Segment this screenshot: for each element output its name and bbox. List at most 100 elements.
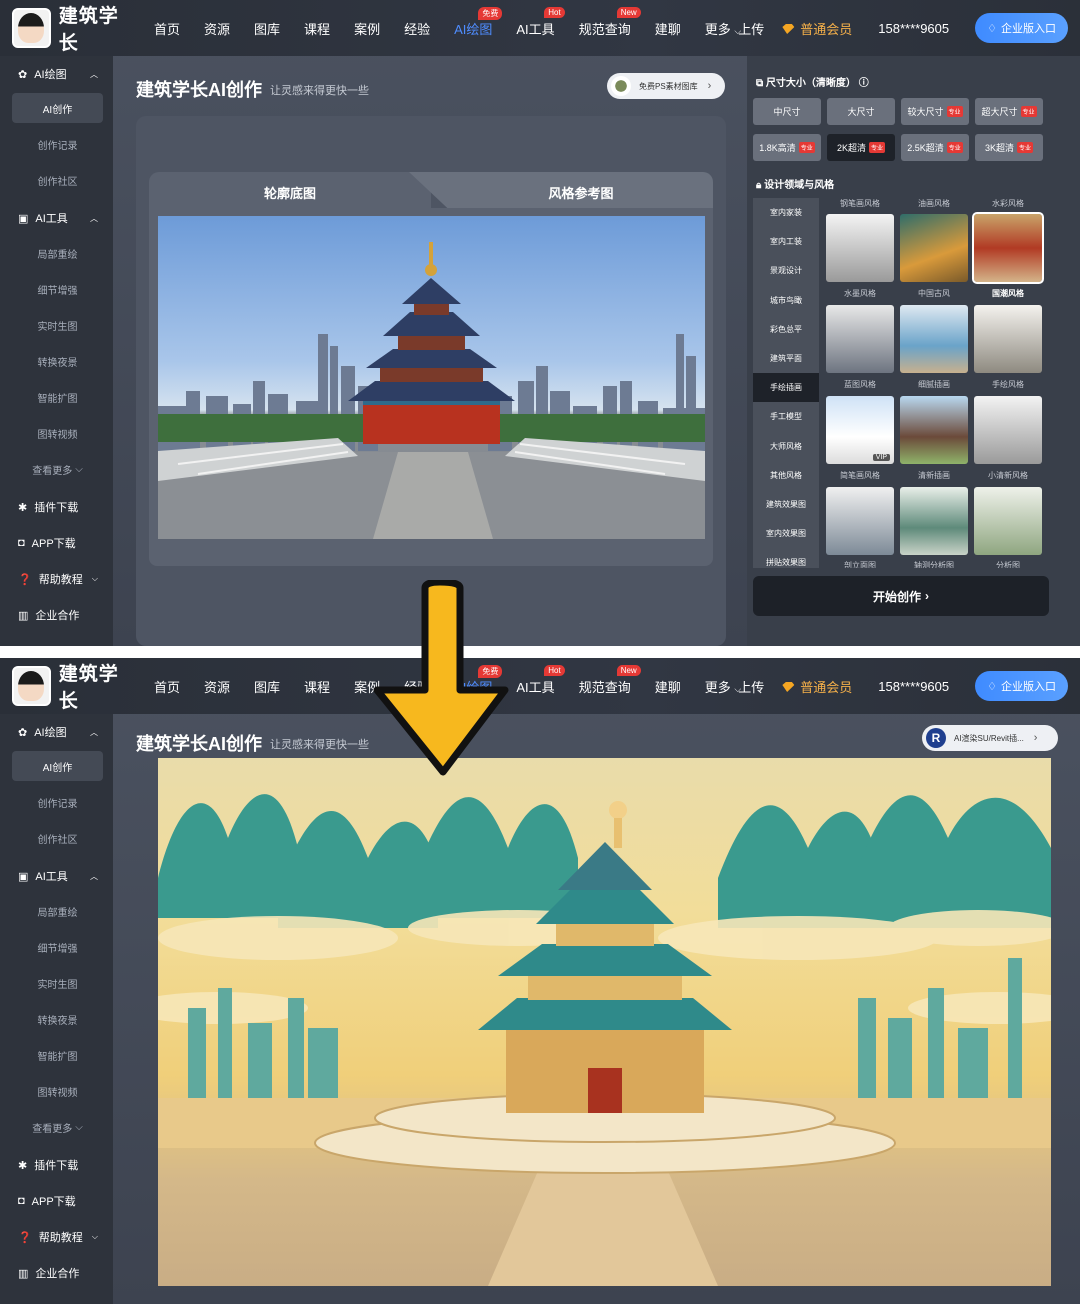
sidebar-item-community[interactable]: 创作社区 — [12, 823, 103, 853]
sidebar-item-night[interactable]: 转换夜景 — [12, 346, 103, 376]
style-thumb-fine-illustration[interactable] — [900, 305, 968, 373]
nav-chat[interactable]: 建聊 — [655, 677, 681, 696]
domain-item[interactable]: 建筑平面 — [753, 344, 819, 373]
user-phone[interactable]: 158****9605 — [878, 21, 949, 36]
style-thumb-fresh[interactable] — [900, 396, 968, 464]
nav-courses[interactable]: 课程 — [304, 677, 330, 696]
enterprise-button[interactable]: ♢ 企业版入口 — [975, 13, 1068, 43]
promo-plugin-button[interactable]: R AI渲染SU/Revit插... › — [922, 725, 1058, 751]
style-thumb-guochao[interactable] — [972, 212, 1044, 284]
sidebar-item-inpaint[interactable]: 局部重绘 — [12, 238, 103, 268]
sidebar-item-enhance[interactable]: 细节增强 — [12, 274, 103, 304]
nav-resources[interactable]: 资源 — [204, 677, 230, 696]
tab-outline[interactable]: 轮廓底图 — [149, 172, 431, 212]
res-1-8k[interactable]: 1.8K高清 专业 — [753, 134, 821, 161]
style-thumb-hand-drawn[interactable] — [974, 305, 1042, 373]
nav-home[interactable]: 首页 — [154, 19, 180, 38]
sidebar-link-plugin[interactable]: ✱ 插件下载 — [18, 1157, 98, 1173]
nav-cases[interactable]: 案例 — [354, 19, 380, 38]
res-2k[interactable]: 2K超清 专业 — [827, 134, 895, 161]
size-larger[interactable]: 较大尺寸 专业 — [901, 98, 969, 125]
res-2-5k[interactable]: 2.5K超清 专业 — [901, 134, 969, 161]
sidebar-item-enhance[interactable]: 细节增强 — [12, 932, 103, 962]
sidebar-item-ai-create[interactable]: AI创作 — [12, 93, 103, 123]
domain-item[interactable]: 景观设计 — [753, 256, 819, 285]
domain-item-selected[interactable]: 手绘插画 — [753, 373, 819, 403]
style-thumb-ancient[interactable] — [900, 214, 968, 282]
nav-experience[interactable]: 经验 — [404, 19, 430, 38]
sidebar-link-help[interactable]: ❓ 帮助教程 ⌵ — [18, 1229, 98, 1245]
size-xlarge[interactable]: 超大尺寸 专业 — [975, 98, 1043, 125]
size-large[interactable]: 大尺寸 — [827, 98, 895, 125]
domain-item[interactable]: 手工模型 — [753, 402, 819, 431]
nav-standards[interactable]: 规范查询 New — [579, 6, 641, 38]
promo-ps-button[interactable]: 免费PS素材图库 › — [607, 73, 725, 99]
sidebar-link-app[interactable]: ◘ APP下载 — [18, 1193, 98, 1209]
domain-item[interactable]: 室内效果图 — [753, 519, 819, 548]
sidebar-link-business[interactable]: ▥ 企业合作 — [18, 1265, 98, 1281]
nav-more[interactable]: 更多 ⌵ — [705, 677, 741, 696]
sidebar-item-expand[interactable]: 智能扩图 — [12, 1040, 103, 1070]
user-phone[interactable]: 158****9605 — [878, 679, 949, 694]
domain-item[interactable]: 室内家装 — [753, 198, 819, 227]
domain-item[interactable]: 室内工装 — [753, 227, 819, 256]
sidebar-group-ai-drawing[interactable]: ✿ AI绘图 ︿ — [18, 66, 98, 82]
enterprise-button[interactable]: ♢ 企业版入口 — [975, 671, 1068, 701]
generated-result-image[interactable] — [158, 758, 1051, 1286]
sidebar-item-community[interactable]: 创作社区 — [12, 165, 103, 195]
sidebar-link-business[interactable]: ▥ 企业合作 — [18, 607, 98, 623]
member-link[interactable]: 普通会员 — [782, 19, 852, 38]
nav-courses[interactable]: 课程 — [304, 19, 330, 38]
style-thumb-analysis[interactable] — [974, 487, 1042, 555]
nav-more[interactable]: 更多 ⌵ — [705, 19, 741, 38]
style-thumb-ink[interactable] — [826, 214, 894, 282]
sidebar-group-ai-drawing[interactable]: ✿ AI绘图 ︿ — [18, 724, 98, 740]
style-thumb-light[interactable] — [974, 396, 1042, 464]
res-3k[interactable]: 3K超清 专业 — [975, 134, 1043, 161]
style-thumb-section[interactable] — [826, 487, 894, 555]
nav-gallery[interactable]: 图库 — [254, 677, 280, 696]
upload-link[interactable]: 上传 — [738, 19, 764, 38]
nav-ai-tools[interactable]: AI工具 Hot — [516, 664, 565, 696]
sidebar-item-ai-create[interactable]: AI创作 — [12, 751, 103, 781]
nav-resources[interactable]: 资源 — [204, 19, 230, 38]
sidebar-item-video[interactable]: 图转视频 — [12, 418, 103, 448]
logo[interactable]: 建筑学长 — [12, 1, 136, 55]
sidebar-item-more[interactable]: 查看更多 ⌵ — [12, 1112, 103, 1142]
size-medium[interactable]: 中尺寸 — [753, 98, 821, 125]
sidebar-link-plugin[interactable]: ✱ 插件下载 — [18, 499, 98, 515]
outline-base-image[interactable] — [158, 216, 705, 539]
domain-item[interactable]: 建筑效果图 — [753, 490, 819, 519]
nav-home[interactable]: 首页 — [154, 677, 180, 696]
logo[interactable]: 建筑学长 — [12, 659, 136, 713]
sidebar-item-night[interactable]: 转换夜景 — [12, 1004, 103, 1034]
style-thumb-axonometric[interactable] — [900, 487, 968, 555]
sidebar-item-realtime[interactable]: 实时生图 — [12, 310, 103, 340]
domain-item[interactable]: 彩色总平 — [753, 315, 819, 344]
sidebar-item-video[interactable]: 图转视频 — [12, 1076, 103, 1106]
tab-style-reference[interactable]: 风格参考图 — [409, 172, 713, 212]
nav-standards[interactable]: 规范查询 New — [579, 664, 641, 696]
sidebar-link-app[interactable]: ◘ APP下载 — [18, 535, 98, 551]
sidebar-item-history[interactable]: 创作记录 — [12, 129, 103, 159]
sidebar-group-ai-tools[interactable]: ▣ AI工具 ︿ — [18, 210, 98, 226]
domain-item[interactable]: 城市鸟瞰 — [753, 286, 819, 315]
sidebar-item-history[interactable]: 创作记录 — [12, 787, 103, 817]
sidebar-item-expand[interactable]: 智能扩图 — [12, 382, 103, 412]
sidebar-item-realtime[interactable]: 实时生图 — [12, 968, 103, 998]
nav-chat[interactable]: 建聊 — [655, 19, 681, 38]
sidebar-group-ai-tools[interactable]: ▣ AI工具 ︿ — [18, 868, 98, 884]
start-create-button[interactable]: 开始创作 › — [753, 576, 1049, 616]
sidebar-item-more[interactable]: 查看更多 ⌵ — [12, 454, 103, 484]
nav-ai-tools[interactable]: AI工具 Hot — [516, 6, 565, 38]
sidebar-link-help[interactable]: ❓ 帮助教程 ⌵ — [18, 571, 98, 587]
domain-item[interactable]: 拼贴效果图 — [753, 548, 819, 568]
member-link[interactable]: 普通会员 — [782, 677, 852, 696]
nav-gallery[interactable]: 图库 — [254, 19, 280, 38]
nav-ai-drawing[interactable]: AI绘图免费 — [454, 6, 503, 38]
style-thumb-blueprint[interactable] — [826, 305, 894, 373]
domain-item[interactable]: 大师风格 — [753, 432, 819, 461]
style-thumb-sketch[interactable]: VIP — [826, 396, 894, 464]
sidebar-item-inpaint[interactable]: 局部重绘 — [12, 896, 103, 926]
domain-item[interactable]: 其他风格 — [753, 461, 819, 490]
